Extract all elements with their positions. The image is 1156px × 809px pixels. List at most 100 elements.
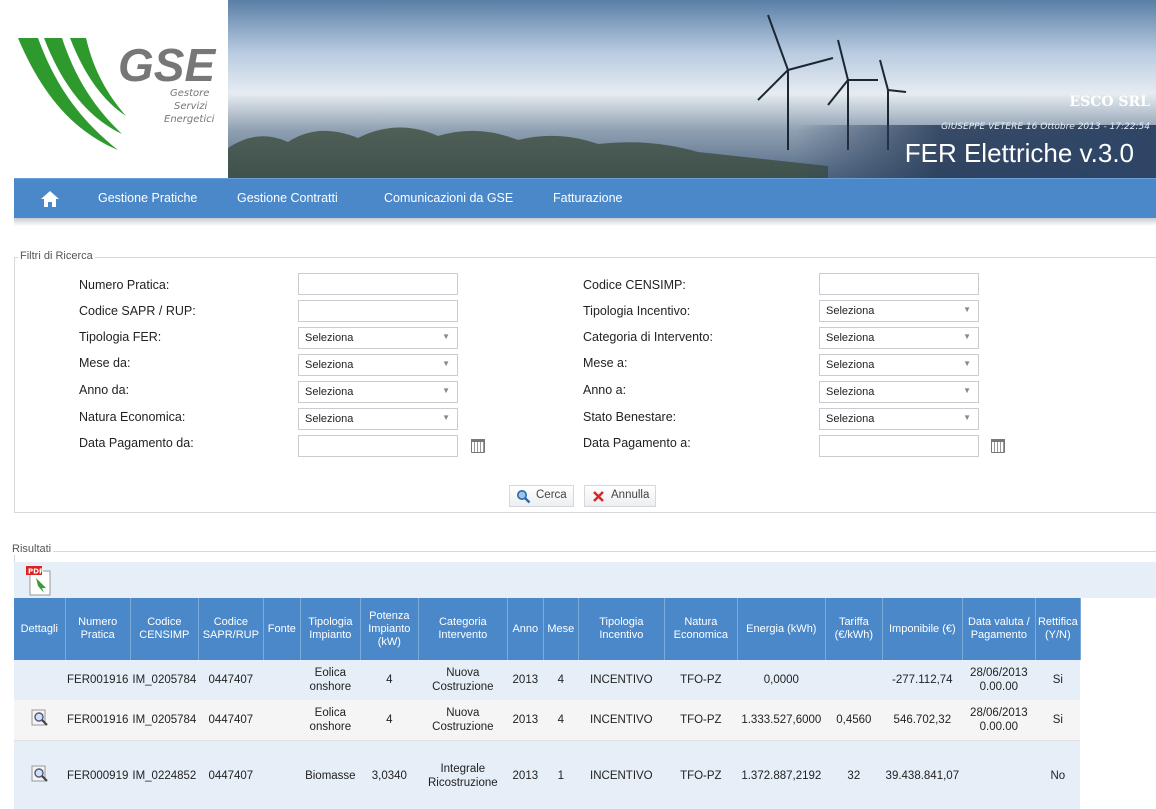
user-info: GIUSEPPE VETERE 16 Ottobre 2013 - 17:22:… (941, 122, 1150, 132)
stato-select[interactable]: Seleziona ▼ (819, 408, 979, 430)
cell-tipologia: Biomasse (300, 740, 361, 809)
cell-mese: 1 (543, 740, 579, 809)
cell-fonte (263, 700, 301, 741)
select-value: Seleziona (305, 413, 354, 425)
label-data-pag-da: Data Pagamento da: (79, 436, 194, 450)
column-header[interactable]: Potenza Impianto (kW) (360, 598, 419, 660)
tipologia-fer-select[interactable]: Seleziona ▼ (298, 327, 458, 349)
cell-mese: 4 (543, 700, 579, 741)
nav-comunicazioni[interactable]: Comunicazioni da GSE (384, 191, 513, 205)
details-cell (14, 740, 65, 809)
column-header[interactable]: Mese (543, 598, 579, 660)
mese-da-select[interactable]: Seleziona ▼ (298, 354, 458, 376)
cell-natura: TFO-PZ (664, 660, 738, 700)
results-table: Dettagli Numero Pratica Codice CENSIMP C… (14, 598, 1081, 809)
mese-a-select[interactable]: Seleziona ▼ (819, 354, 979, 376)
gse-logo: GSE Gestore Servizi Energetici (0, 0, 228, 187)
column-header[interactable]: Codice CENSIMP (130, 598, 199, 660)
cell-fonte (263, 740, 301, 809)
calendar-icon[interactable] (991, 439, 1005, 453)
search-button[interactable]: Cerca (509, 485, 574, 507)
cell-incentivo: INCENTIVO (578, 660, 665, 700)
cell-incentivo: INCENTIVO (578, 700, 665, 741)
cell-potenza: 3,0340 (360, 740, 419, 809)
label-mese-da: Mese da: (79, 356, 131, 370)
table-row[interactable]: FER001916 IM_0205784 0447407 Eolica onsh… (14, 660, 1081, 700)
cancel-button[interactable]: Annulla (584, 485, 657, 507)
column-header[interactable]: Rettifica (Y/N) (1035, 598, 1081, 660)
chevron-down-icon: ▼ (963, 305, 971, 314)
cell-imponibile: 39.438.841,07 (882, 740, 963, 809)
chevron-down-icon: ▼ (442, 386, 450, 395)
chevron-down-icon: ▼ (442, 359, 450, 368)
close-icon (593, 491, 604, 502)
logo-sub-3: Energetici (164, 114, 215, 125)
column-header[interactable]: Tipologia Incentivo (578, 598, 665, 660)
codice-censimp-input[interactable] (819, 273, 979, 295)
search-icon (517, 490, 531, 504)
column-header[interactable]: Imponibile (€) (882, 598, 963, 660)
column-header[interactable]: Tariffa (€/kWh) (825, 598, 883, 660)
column-header[interactable]: Tipologia Impianto (300, 598, 361, 660)
column-header[interactable]: Dettagli (14, 598, 66, 660)
nav-gestione-contratti[interactable]: Gestione Contratti (237, 191, 338, 205)
data-pag-da-input[interactable] (298, 435, 458, 457)
cell-natura: TFO-PZ (664, 740, 738, 809)
categoria-select[interactable]: Seleziona ▼ (819, 327, 979, 349)
label-natura: Natura Economica: (79, 410, 186, 424)
column-header[interactable]: Categoria Intervento (418, 598, 508, 660)
cell-censimp: IM_0224852 (130, 740, 199, 809)
cell-potenza: 4 (360, 660, 419, 700)
column-header[interactable]: Data valuta / Pagamento (962, 598, 1036, 660)
column-header[interactable]: Fonte (263, 598, 301, 660)
column-header[interactable]: Energia (kWh) (737, 598, 826, 660)
table-row[interactable]: FER000919 IM_0224852 0447407 Biomasse 3,… (14, 740, 1081, 809)
cell-categoria: Nuova Costruzione (418, 700, 508, 741)
calendar-icon[interactable] (471, 439, 485, 453)
nav-gestione-pratiche[interactable]: Gestione Pratiche (98, 191, 197, 205)
label-anno-da: Anno da: (79, 383, 130, 397)
column-header[interactable]: Anno (507, 598, 544, 660)
results-legend: Risultati (10, 543, 54, 555)
details-cell (14, 700, 65, 741)
main-nav: Gestione Pratiche Gestione Contratti Com… (14, 178, 1156, 218)
select-value: Seleziona (305, 386, 354, 398)
codice-sapr-input[interactable] (298, 300, 458, 322)
cell-data (962, 740, 1036, 809)
filters-legend: Filtri di Ricerca (18, 250, 95, 262)
logo-sub-2: Servizi (174, 101, 208, 112)
logo-sub-1: Gestore (170, 88, 210, 99)
select-value: Seleziona (826, 332, 875, 344)
label-mese-a: Mese a: (583, 356, 628, 370)
cell-anno: 2013 (507, 700, 544, 741)
cell-rettifica: No (1035, 740, 1081, 809)
anno-a-select[interactable]: Seleziona ▼ (819, 381, 979, 403)
cell-tariffa: 0,4560 (825, 700, 883, 741)
anno-da-select[interactable]: Seleziona ▼ (298, 381, 458, 403)
pdf-export-icon[interactable]: PDF (26, 566, 54, 596)
select-value: Seleziona (826, 305, 875, 317)
tipologia-incentivo-select[interactable]: Seleziona ▼ (819, 300, 979, 322)
cancel-label: Annulla (611, 489, 650, 501)
label-data-pag-a: Data Pagamento a: (583, 436, 691, 450)
org-name: ESCO SRL (1069, 94, 1150, 110)
label-categoria: Categoria di Intervento: (583, 330, 713, 344)
numero-pratica-input[interactable] (298, 273, 458, 295)
chevron-down-icon: ▼ (963, 386, 971, 395)
natura-select[interactable]: Seleziona ▼ (298, 408, 458, 430)
column-header[interactable]: Codice SAPR/RUP (198, 598, 264, 660)
column-header[interactable]: Numero Pratica (65, 598, 131, 660)
column-header[interactable]: Natura Economica (664, 598, 738, 660)
search-label: Cerca (536, 489, 567, 501)
select-value: Seleziona (305, 332, 354, 344)
nav-fatturazione[interactable]: Fatturazione (553, 191, 622, 205)
cell-anno: 2013 (507, 740, 544, 809)
cell-rettifica: Si (1035, 660, 1081, 700)
magnifier-icon[interactable] (31, 709, 49, 727)
home-icon[interactable] (40, 189, 60, 209)
trees-silhouette (228, 127, 828, 180)
table-row[interactable]: FER001916 IM_0205784 0447407 Eolica onsh… (14, 700, 1081, 741)
magnifier-icon[interactable] (31, 765, 49, 783)
data-pag-a-input[interactable] (819, 435, 979, 457)
logo-text: GSE (118, 39, 216, 91)
